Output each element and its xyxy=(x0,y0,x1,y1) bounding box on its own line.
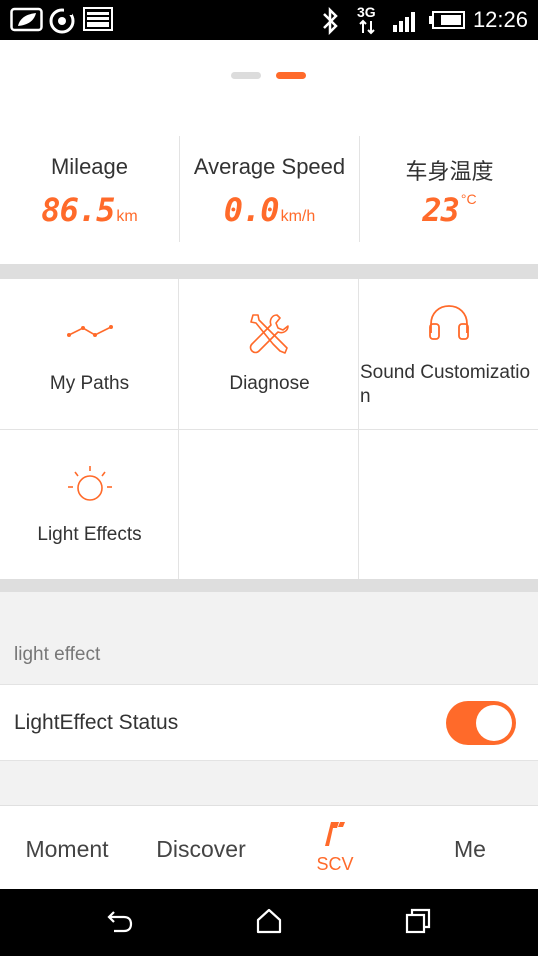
tab-me-label: Me xyxy=(454,836,486,862)
temperature-unit: °C xyxy=(460,191,477,207)
home-icon[interactable] xyxy=(255,907,283,940)
temperature-stat: 车身温度 23 °C xyxy=(360,136,538,242)
tab-moment-label: Moment xyxy=(25,836,109,862)
tab-scv[interactable]: SCV xyxy=(268,806,402,890)
back-icon[interactable] xyxy=(106,907,134,940)
sun-icon xyxy=(66,464,114,509)
tab-moment[interactable]: Moment xyxy=(0,806,134,890)
bottom-tab-bar: Moment Discover SCV Me xyxy=(0,805,538,889)
recents-icon[interactable] xyxy=(404,907,432,940)
speed-label: Average Speed xyxy=(193,154,346,179)
tab-discover[interactable]: Discover xyxy=(134,806,268,890)
network-type-label: 3G xyxy=(357,4,376,20)
grid-divider xyxy=(0,429,538,430)
grid-divider xyxy=(358,279,359,579)
mileage-value-group: 86.5 km xyxy=(0,191,179,229)
network-arrows-icon xyxy=(358,19,376,40)
bluetooth-icon xyxy=(320,6,340,40)
section-separator xyxy=(0,579,538,592)
app-screen: 3G 12:26 Mileage 86.5 km Average Speed 0… xyxy=(0,0,538,956)
speed-value-group: 0.0 km/h xyxy=(180,191,359,229)
temperature-value-group: 23 °C xyxy=(360,191,538,229)
page-indicator-dot[interactable] xyxy=(231,72,261,79)
scv-logo-icon xyxy=(323,818,347,853)
my-paths-label: My Paths xyxy=(49,373,130,394)
page-indicator-dot-active[interactable] xyxy=(276,72,306,79)
leaf-message-icon xyxy=(10,7,44,38)
path-chart-icon xyxy=(66,323,114,344)
diagnose-label: Diagnose xyxy=(229,373,310,394)
temperature-value: 23 xyxy=(422,191,460,229)
speed-unit: km/h xyxy=(280,208,316,225)
sync-icon xyxy=(48,7,76,40)
headphones-icon xyxy=(426,303,472,348)
light-effect-status-toggle[interactable] xyxy=(446,701,516,745)
diagnose-button[interactable]: Diagnose xyxy=(180,279,359,429)
sound-label-line2: n xyxy=(360,386,371,407)
image-icon xyxy=(83,7,113,36)
light-effect-status-label: LightEffect Status xyxy=(14,711,179,734)
light-effects-button[interactable]: Light Effects xyxy=(0,430,179,580)
mileage-value: 86.5 xyxy=(41,191,115,229)
signal-icon xyxy=(392,7,420,38)
mileage-unit: km xyxy=(116,208,138,225)
temperature-label: 车身温度 xyxy=(405,159,494,184)
system-nav-bar xyxy=(0,889,538,956)
speed-value: 0.0 xyxy=(223,191,280,229)
tab-discover-label: Discover xyxy=(156,836,246,862)
mileage-label: Mileage xyxy=(50,154,129,179)
section-separator xyxy=(0,264,538,279)
sound-label-line1: Sound Customizatio xyxy=(360,362,531,383)
light-effect-section-title: light effect xyxy=(14,644,101,665)
sound-customization-button[interactable]: Sound Customizatio n xyxy=(360,279,538,429)
grid-divider xyxy=(178,279,179,579)
status-time: 12:26 xyxy=(472,7,528,32)
status-bar: 3G 12:26 xyxy=(0,0,538,40)
light-effect-status-row: LightEffect Status xyxy=(0,684,538,761)
sound-customization-label: Sound Customizatio n xyxy=(360,361,538,409)
wrench-screwdriver-icon xyxy=(247,311,293,362)
tab-scv-label: SCV xyxy=(316,854,354,874)
my-paths-button[interactable]: My Paths xyxy=(0,279,179,429)
tab-me[interactable]: Me xyxy=(402,806,538,890)
toggle-knob xyxy=(476,705,512,741)
mileage-stat: Mileage 86.5 km xyxy=(0,136,179,242)
battery-icon xyxy=(428,11,466,34)
light-effects-label: Light Effects xyxy=(37,524,142,545)
average-speed-stat: Average Speed 0.0 km/h xyxy=(180,136,359,242)
